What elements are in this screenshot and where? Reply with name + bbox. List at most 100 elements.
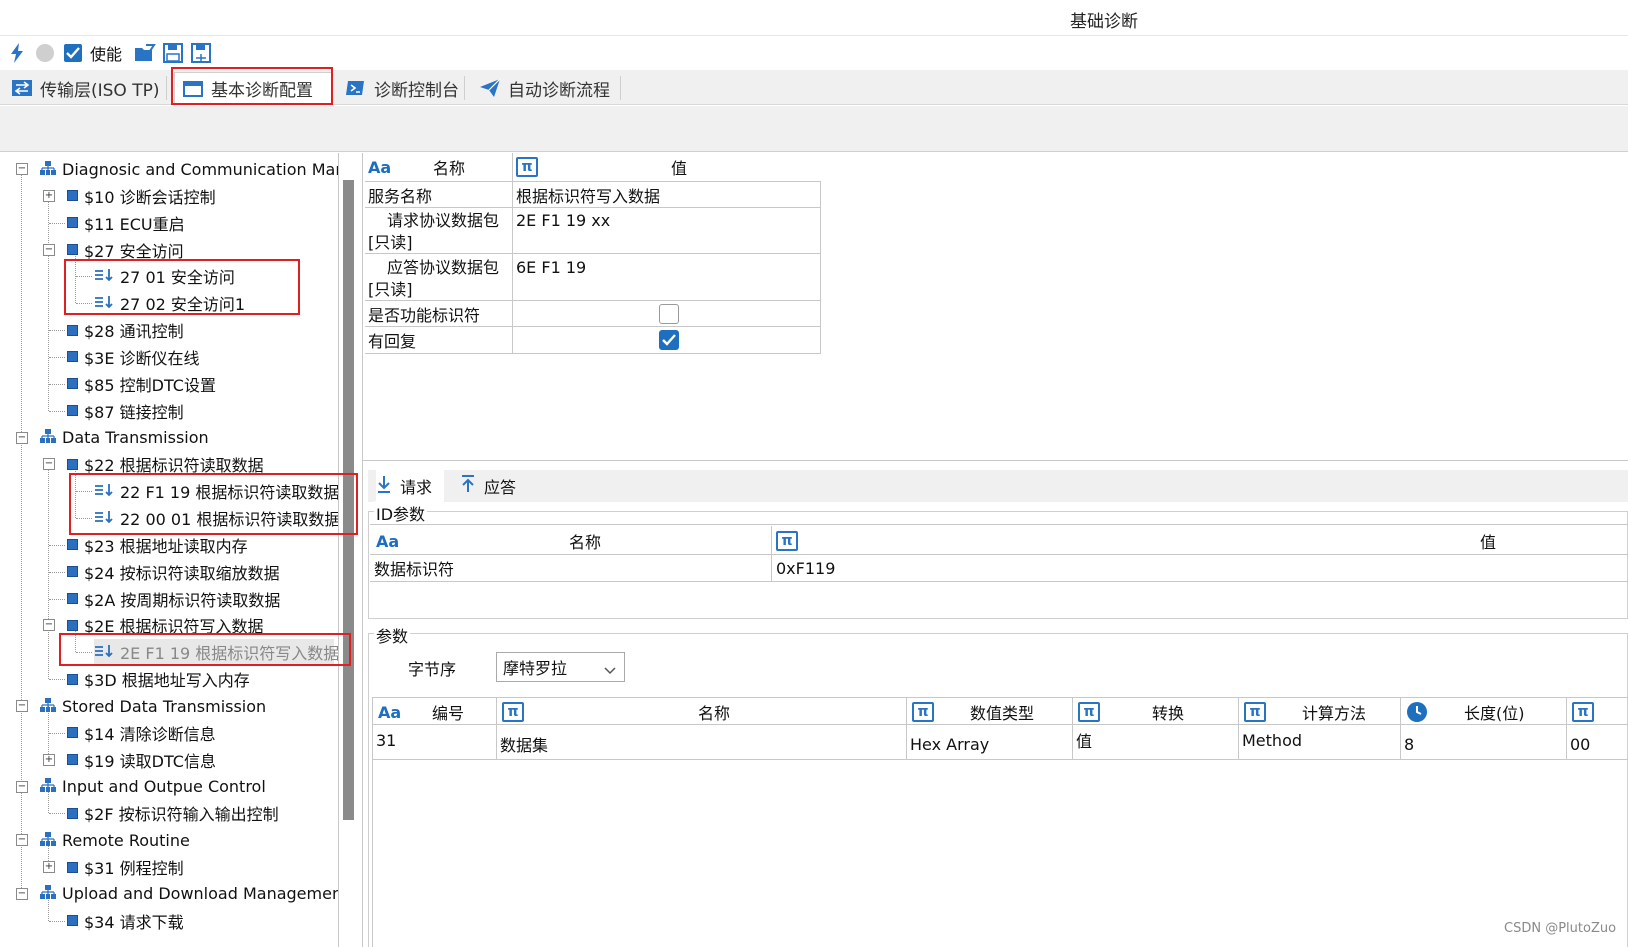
tree-expander[interactable]: +	[43, 861, 55, 874]
tree-connector	[49, 571, 65, 573]
id-name-header[interactable]: 名称	[569, 528, 601, 554]
tree-connector	[49, 222, 65, 224]
tree-node[interactable]: Remote Routine	[40, 827, 190, 853]
param-row-length[interactable]: 8	[1404, 731, 1414, 757]
grid-line	[370, 524, 1628, 525]
col-name-header[interactable]: 名称	[698, 700, 730, 724]
id-value-header[interactable]: 值	[1480, 528, 1496, 554]
save-as-icon[interactable]	[188, 40, 214, 66]
tree-expander[interactable]: −	[16, 700, 28, 712]
col-length-header[interactable]: 长度(位)	[1464, 700, 1525, 724]
id-name-column-icon: Aa	[376, 531, 400, 551]
open-folder-icon[interactable]	[132, 40, 158, 66]
col-type-header[interactable]: 数值类型	[970, 700, 1034, 724]
tree-node[interactable]: $19 读取DTC信息	[67, 747, 216, 773]
col-id-header[interactable]: 编号	[432, 700, 464, 724]
param-row-id[interactable]: 31	[376, 727, 396, 753]
tree-node[interactable]: $2F 按标识符输入输出控制	[67, 800, 279, 826]
tab-diag-console[interactable]: 诊断控制台	[338, 72, 467, 104]
col-method-icon: π	[1244, 701, 1266, 723]
tree-expander[interactable]: −	[16, 780, 28, 793]
tree-node[interactable]: $24 按标识符读取缩放数据	[67, 559, 280, 585]
tree-node[interactable]: $3E 诊断仪在线	[67, 344, 200, 370]
tab-response[interactable]: 应答	[460, 470, 516, 502]
tree-node[interactable]: $23 根据地址读取内存	[67, 532, 248, 558]
tree-node[interactable]: $85 控制DTC设置	[67, 371, 216, 397]
param-row-convert[interactable]: 值	[1076, 727, 1092, 753]
tree-expander[interactable]: −	[43, 243, 55, 256]
tree-node[interactable]: $11 ECU重启	[67, 210, 185, 236]
tree-node-label: $85 控制DTC设置	[84, 375, 216, 395]
swap-icon	[12, 79, 32, 97]
tree-expander[interactable]: −	[43, 458, 55, 471]
param-row-extra[interactable]: 00	[1570, 731, 1590, 757]
grid-line	[1400, 698, 1401, 759]
grid-line	[496, 698, 497, 759]
hierarchy-icon	[40, 428, 56, 447]
value-column-header[interactable]: 值	[671, 155, 687, 179]
tree-node[interactable]: $34 请求下载	[67, 908, 184, 934]
tree-node[interactable]: $10 诊断会话控制	[67, 183, 216, 209]
service-icon	[67, 807, 78, 819]
tree-expander[interactable]: −	[43, 619, 55, 632]
col-method-header[interactable]: 计算方法	[1302, 700, 1366, 724]
tree-node-label: Data Transmission	[62, 428, 209, 447]
arrow-down-icon	[376, 475, 392, 497]
has-reply-checkbox[interactable]	[659, 330, 679, 350]
enable-checkbox[interactable]	[64, 44, 82, 62]
tree-expander[interactable]: +	[43, 189, 55, 202]
tab-request[interactable]: 请求	[376, 470, 444, 502]
grid-line	[906, 698, 907, 759]
save-icon[interactable]	[160, 40, 186, 66]
tree-node[interactable]: $87 链接控制	[67, 398, 184, 424]
service-icon	[67, 566, 78, 578]
tree-node[interactable]: $28 通讯控制	[67, 317, 184, 343]
lightning-icon[interactable]	[4, 40, 30, 66]
tree-expander[interactable]: −	[16, 834, 28, 847]
tree-connector	[49, 813, 65, 815]
tab-auto-diag-flow[interactable]: 自动诊断流程	[472, 72, 618, 104]
byte-order-label: 字节序	[408, 660, 457, 679]
tree-node[interactable]: $2A 按周期标识符读取数据	[67, 586, 280, 612]
record-icon[interactable]	[32, 40, 58, 66]
tree-connector	[49, 383, 65, 385]
tree-node-label: Input and Outpue Control	[62, 777, 266, 797]
console-icon	[346, 79, 366, 97]
tree-node[interactable]: $31 例程控制	[67, 854, 184, 880]
prop-value-request[interactable]: 2E F1 19 xx	[516, 208, 610, 232]
service-icon	[67, 619, 78, 631]
functional-id-checkbox[interactable]	[659, 304, 679, 324]
chevron-down-icon	[604, 661, 616, 680]
tree-node[interactable]: Diagnosic and Communication Manag	[40, 156, 338, 182]
param-row-name[interactable]: 数据集	[500, 731, 548, 757]
tree-node[interactable]: Stored Data Transmission	[40, 693, 266, 719]
tree-expander[interactable]: −	[16, 163, 28, 175]
col-convert-icon: π	[1078, 701, 1100, 723]
prop-value-service[interactable]: 根据标识符写入数据	[516, 182, 660, 207]
id-row-value[interactable]: 0xF119	[776, 555, 835, 581]
service-icon	[67, 593, 78, 605]
tree-node[interactable]: $14 清除诊断信息	[67, 720, 216, 746]
byte-order-select[interactable]: 摩特罗拉	[496, 652, 625, 682]
prop-value-response[interactable]: 6E F1 19	[516, 255, 586, 279]
tab-transport-layer[interactable]: 传输层(ISO TP)	[4, 72, 168, 104]
hierarchy-icon	[40, 697, 56, 716]
request-response-tabs: 请求 应答	[368, 470, 1628, 502]
tree-node[interactable]: $3D 根据地址写入内存	[67, 666, 250, 692]
param-row-type[interactable]: Hex Array	[910, 731, 989, 757]
arrow-up-icon	[460, 475, 476, 497]
tree-node-label: $10 诊断会话控制	[84, 187, 216, 207]
splitter-line	[338, 153, 339, 947]
tree-node[interactable]: Input and Outpue Control	[40, 774, 266, 800]
grid-line	[372, 697, 373, 947]
tree-node[interactable]: Upload and Download Management	[40, 881, 338, 907]
col-convert-header[interactable]: 转换	[1152, 700, 1184, 724]
tree-node[interactable]: Data Transmission	[40, 425, 209, 451]
tree-expander[interactable]: +	[43, 753, 55, 766]
param-row-method[interactable]: Method	[1242, 727, 1302, 753]
tree-expander[interactable]: −	[16, 431, 28, 444]
grid-line	[1566, 698, 1567, 759]
tree-expander[interactable]: −	[16, 887, 28, 900]
name-column-header[interactable]: 名称	[433, 155, 465, 179]
service-icon	[67, 378, 78, 390]
